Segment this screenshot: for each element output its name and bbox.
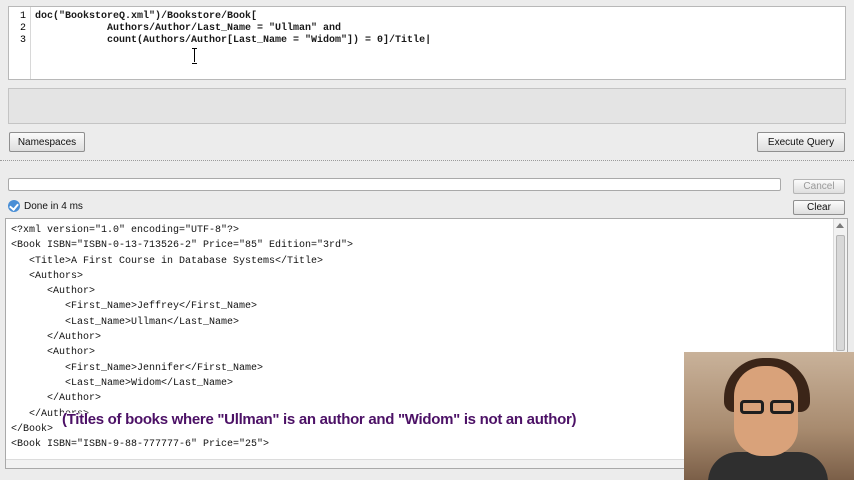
glasses-right [770, 400, 794, 414]
status-text: Done in 4 ms [24, 200, 83, 212]
query-code[interactable]: doc("BookstoreQ.xml")/Bookstore/Book[ Au… [35, 11, 841, 47]
cancel-button[interactable]: Cancel [793, 179, 845, 194]
code-line[interactable]: Authors/Author/Last_Name = "Ullman" and [35, 23, 841, 35]
query-output-panel [8, 88, 846, 124]
code-line[interactable]: count(Authors/Author[Last_Name = "Widom"… [35, 35, 841, 47]
result-line: <Book ISBN="ISBN-0-13-713526-2" Price="8… [11, 240, 354, 252]
caption-overlay: (Titles of books where "Ullman" is an au… [62, 411, 577, 428]
line-number: 2 [19, 23, 26, 34]
presenter-webcam [684, 352, 854, 480]
scrollbar-thumb[interactable] [836, 235, 845, 351]
result-line: <Author> [11, 347, 96, 359]
result-line: <Author> [11, 286, 96, 298]
line-number: 3 [19, 35, 26, 46]
query-app: 1 2 3 doc("BookstoreQ.xml")/Bookstore/Bo… [0, 0, 854, 480]
result-line: <First_Name>Jeffrey</First_Name> [11, 301, 258, 313]
presenter-shirt [708, 452, 828, 480]
glasses-left [740, 400, 764, 414]
line-number: 1 [19, 11, 26, 22]
result-line: <Last_Name>Widom</Last_Name> [11, 377, 234, 389]
scroll-up-icon[interactable] [836, 223, 844, 228]
result-line: <Authors> [11, 270, 84, 282]
result-line: <First_Name>Jennifer</First_Name> [11, 362, 264, 374]
result-line: <?xml version="1.0" encoding="UTF-8"?> [11, 225, 240, 236]
result-line: <Title>A First Course in Database System… [11, 255, 324, 267]
check-icon [8, 200, 20, 212]
namespaces-button[interactable]: Namespaces [9, 132, 85, 152]
result-line: <Book ISBN="ISBN-9-88-777777-6" Price="2… [11, 439, 270, 451]
code-line[interactable]: doc("BookstoreQ.xml")/Bookstore/Book[ [35, 11, 841, 23]
text-cursor-icon [192, 48, 198, 64]
result-line: </Author> [11, 393, 102, 405]
query-editor[interactable]: 1 2 3 doc("BookstoreQ.xml")/Bookstore/Bo… [8, 6, 846, 80]
line-number-gutter: 1 2 3 [9, 7, 31, 79]
result-line: <Last_Name>Ullman</Last_Name> [11, 316, 240, 328]
progress-bar [8, 178, 781, 191]
splitter-handle[interactable] [0, 160, 854, 162]
clear-button[interactable]: Clear [793, 200, 845, 215]
result-line: </Author> [11, 332, 102, 344]
execute-query-button[interactable]: Execute Query [757, 132, 845, 152]
status-indicator: Done in 4 ms [8, 200, 83, 212]
